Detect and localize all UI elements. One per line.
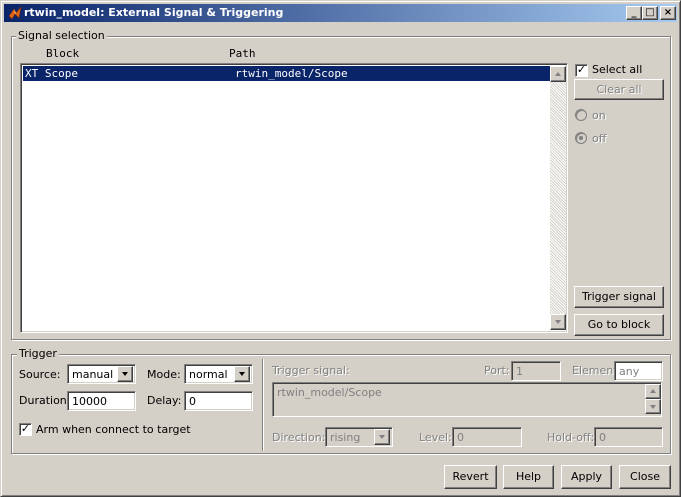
level-value: 0 xyxy=(457,431,464,444)
list-item-path: rtwin_model/Scope xyxy=(235,67,348,80)
matlab-icon xyxy=(7,5,23,21)
duration-field[interactable]: 10000 xyxy=(67,391,136,411)
title-bar[interactable]: rtwin_model: External Signal & Triggerin… xyxy=(4,4,677,22)
delay-value: 0 xyxy=(189,395,196,408)
minimize-icon: _ xyxy=(631,7,637,18)
trigger-separator xyxy=(262,359,264,451)
close-window-button[interactable]: × xyxy=(660,6,676,20)
list-item[interactable]: XT Scope rtwin_model/Scope xyxy=(23,66,550,81)
list-scrollbar[interactable] xyxy=(550,66,566,330)
clear-all-button[interactable]: Clear all xyxy=(574,79,664,100)
holdoff-field[interactable]: 0 xyxy=(594,427,663,447)
dialog-window: rtwin_model: External Signal & Triggerin… xyxy=(0,0,681,497)
direction-select[interactable]: rising xyxy=(325,427,393,447)
revert-button[interactable]: Revert xyxy=(444,465,497,489)
holdoff-value: 0 xyxy=(599,431,606,444)
chevron-up-icon xyxy=(555,72,561,76)
holdoff-label: Hold-off: xyxy=(547,431,595,444)
trigger-signal-button[interactable]: Trigger signal xyxy=(574,286,664,308)
column-header-path[interactable]: Path xyxy=(229,47,256,60)
scroll-down-button[interactable] xyxy=(550,314,566,330)
go-to-block-button[interactable]: Go to block xyxy=(574,314,664,336)
help-button[interactable]: Help xyxy=(503,465,554,489)
maximize-button[interactable]: □ xyxy=(642,6,658,20)
delay-field[interactable]: 0 xyxy=(184,391,253,411)
duration-value: 10000 xyxy=(72,395,107,408)
column-header-block[interactable]: Block xyxy=(46,47,79,60)
direction-dropdown-button[interactable] xyxy=(374,429,390,445)
port-label: Port: xyxy=(484,364,510,377)
path-scroll-up-button[interactable] xyxy=(645,384,661,399)
delay-label: Delay: xyxy=(147,394,182,407)
source-label: Source: xyxy=(19,368,61,381)
mode-label: Mode: xyxy=(147,368,181,381)
level-label: Level: xyxy=(419,431,452,444)
port-value: 1 xyxy=(516,365,523,378)
minimize-button[interactable]: _ xyxy=(626,6,642,20)
chevron-down-icon xyxy=(379,435,385,439)
chevron-up-icon xyxy=(650,389,656,393)
trigger-group-label: Trigger xyxy=(17,347,59,360)
duration-label: Duration: xyxy=(19,394,71,407)
radio-dot-icon xyxy=(579,136,583,140)
level-field[interactable]: 0 xyxy=(452,427,522,447)
trigger-signal-path: rtwin_model/Scope xyxy=(277,386,382,399)
select-all-label: Select all xyxy=(592,63,643,76)
signal-selection-label: Signal selection xyxy=(16,29,107,42)
arm-checkbox[interactable]: ✓ xyxy=(19,423,32,436)
chevron-down-icon xyxy=(122,372,128,376)
source-value: manual xyxy=(72,368,114,381)
direction-value: rising xyxy=(330,431,361,444)
on-label: on xyxy=(592,109,606,122)
trigger-signal-path-box[interactable]: rtwin_model/Scope xyxy=(272,382,662,417)
arm-label: Arm when connect to target xyxy=(36,423,191,436)
mode-dropdown-button[interactable] xyxy=(234,366,250,382)
element-field[interactable]: any xyxy=(614,361,663,381)
port-field[interactable]: 1 xyxy=(511,361,561,381)
off-label: off xyxy=(592,132,607,145)
close-button[interactable]: Close xyxy=(619,465,671,489)
maximize-icon: □ xyxy=(645,7,655,18)
trigger-signal-label: Trigger signal: xyxy=(272,364,350,377)
on-radio[interactable] xyxy=(575,109,587,121)
list-item-block: XT Scope xyxy=(25,67,78,80)
apply-button[interactable]: Apply xyxy=(561,465,612,489)
signal-list[interactable]: XT Scope rtwin_model/Scope xyxy=(20,63,568,333)
close-icon: × xyxy=(663,7,673,18)
window-title: rtwin_model: External Signal & Triggerin… xyxy=(24,6,284,19)
mode-value: normal xyxy=(189,368,228,381)
path-scroll-down-button[interactable] xyxy=(645,399,661,414)
mode-select[interactable]: normal xyxy=(184,364,253,384)
select-all-checkbox[interactable]: ✓ xyxy=(575,64,588,77)
source-select[interactable]: manual xyxy=(67,364,136,384)
direction-label: Direction: xyxy=(272,431,326,444)
scroll-up-button[interactable] xyxy=(550,66,566,82)
off-radio[interactable] xyxy=(575,132,587,144)
chevron-down-icon xyxy=(650,405,656,409)
chevron-down-icon xyxy=(555,320,561,324)
element-value: any xyxy=(619,365,640,378)
source-dropdown-button[interactable] xyxy=(117,366,133,382)
chevron-down-icon xyxy=(239,372,245,376)
